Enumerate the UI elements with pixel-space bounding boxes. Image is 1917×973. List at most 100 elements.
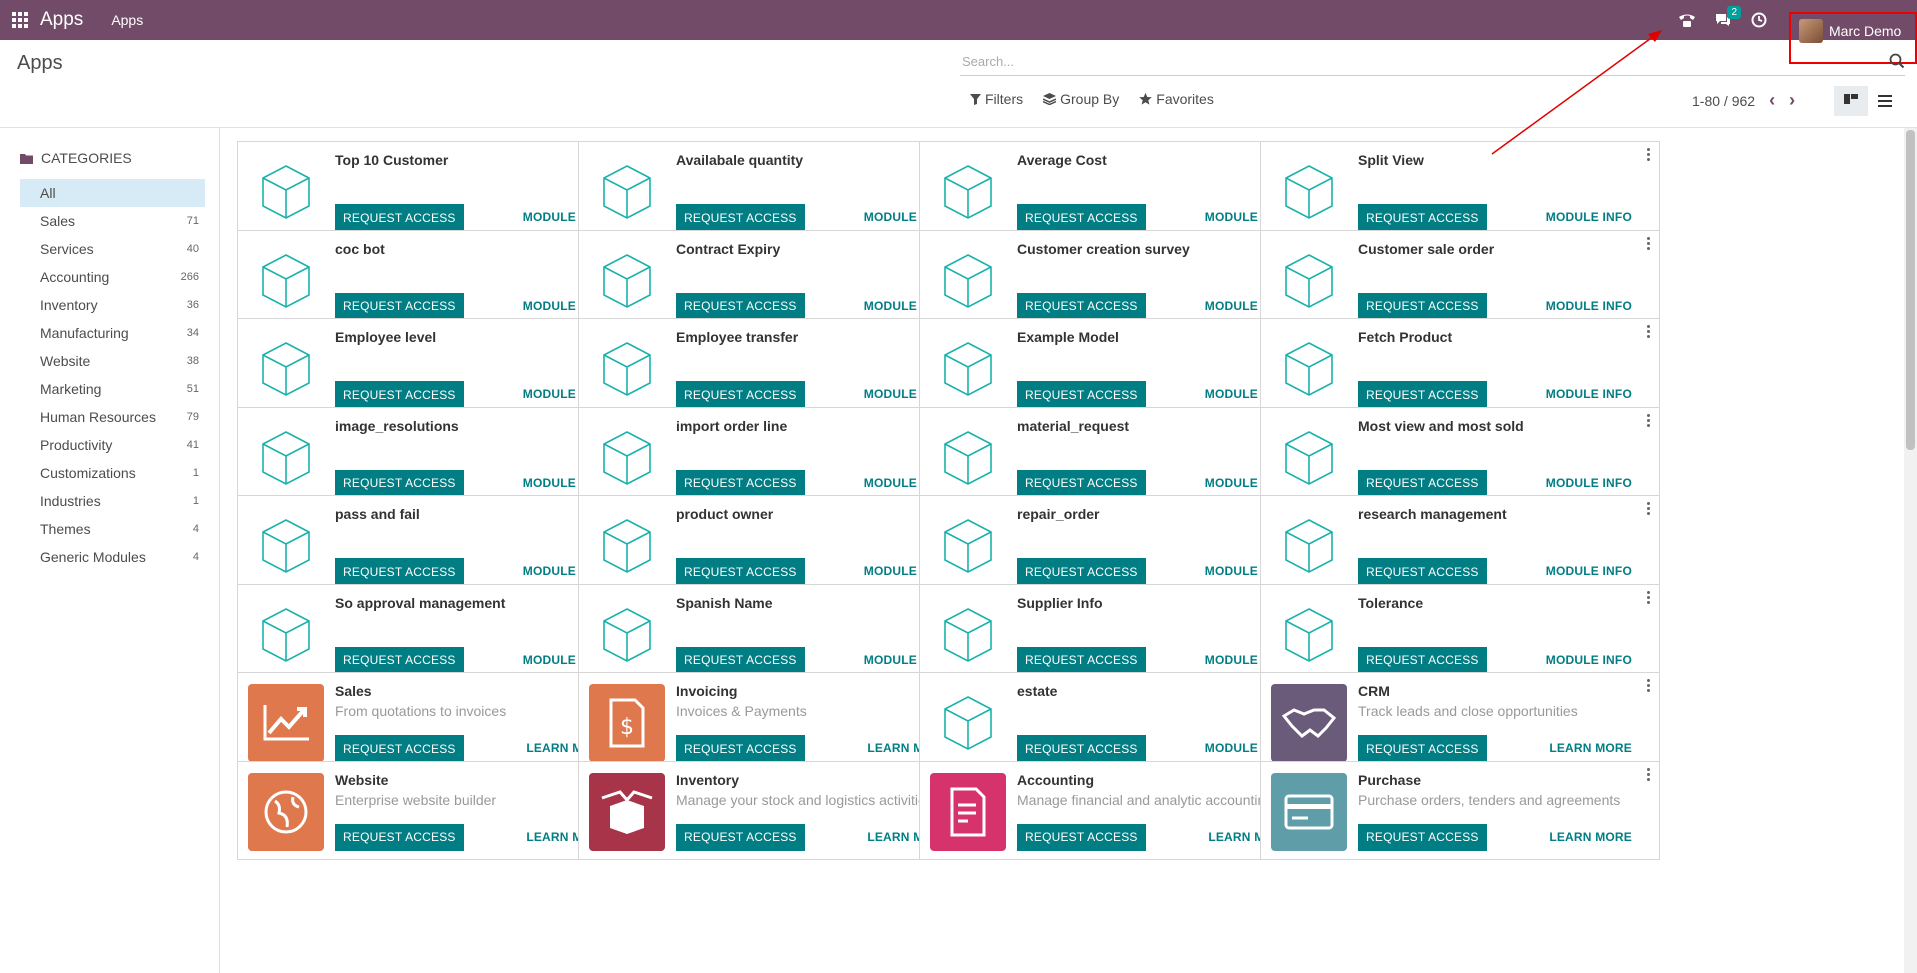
- app-card[interactable]: Customer creation survey REQUEST ACCESS MO…: [919, 229, 1319, 329]
- request-access-button[interactable]: REQUEST ACCESS: [1358, 735, 1487, 762]
- request-access-button[interactable]: REQUEST ACCESS: [676, 735, 805, 762]
- kebab-menu-icon[interactable]: [1647, 148, 1651, 163]
- request-access-button[interactable]: REQUEST ACCESS: [676, 646, 805, 674]
- pager-value[interactable]: 1-80 / 962: [1692, 93, 1755, 109]
- app-menu-icon[interactable]: [0, 0, 40, 40]
- app-card[interactable]: Tolerance REQUEST ACCESS MODULE INFO: [1260, 583, 1660, 683]
- module-info-link[interactable]: MODULE INFO: [1546, 210, 1632, 224]
- request-access-button[interactable]: REQUEST ACCESS: [1358, 646, 1487, 674]
- app-card[interactable]: Availabale quantity REQUEST ACCESS MODULE …: [578, 141, 978, 240]
- request-access-button[interactable]: REQUEST ACCESS: [1358, 204, 1487, 231]
- group-by-button[interactable]: Group By: [1043, 91, 1119, 107]
- vertical-scrollbar[interactable]: [1904, 128, 1917, 973]
- search-icon[interactable]: [1889, 53, 1905, 74]
- kebab-menu-icon[interactable]: [1647, 325, 1651, 340]
- scrollbar-thumb[interactable]: [1906, 130, 1915, 450]
- module-info-link[interactable]: MODULE INFO: [1546, 476, 1632, 490]
- app-card[interactable]: Employee level REQUEST ACCESS MODULE INFO: [237, 318, 637, 417]
- app-card[interactable]: Customer sale order REQUEST ACCESS MODULE …: [1260, 229, 1660, 329]
- list-view-button[interactable]: [1868, 86, 1902, 116]
- request-access-button[interactable]: REQUEST ACCESS: [335, 735, 464, 762]
- filters-button[interactable]: Filters: [970, 91, 1023, 107]
- request-access-button[interactable]: REQUEST ACCESS: [1358, 823, 1487, 851]
- kebab-menu-icon[interactable]: [1647, 679, 1651, 694]
- messages-icon[interactable]: 2: [1705, 0, 1741, 40]
- request-access-button[interactable]: REQUEST ACCESS: [335, 646, 464, 674]
- app-card[interactable]: Example Model REQUEST ACCESS MODULE INFO: [919, 318, 1319, 417]
- sidebar-item-themes[interactable]: Themes 4: [20, 515, 205, 543]
- request-access-button[interactable]: REQUEST ACCESS: [1358, 381, 1487, 408]
- app-card[interactable]: Fetch Product REQUEST ACCESS MODULE INFO: [1260, 318, 1660, 417]
- request-access-button[interactable]: REQUEST ACCESS: [1017, 735, 1146, 762]
- app-card[interactable]: So approval management REQUEST ACCESS MODU…: [237, 583, 637, 683]
- sidebar-item-accounting[interactable]: Accounting 266: [20, 263, 205, 291]
- request-access-button[interactable]: REQUEST ACCESS: [1358, 292, 1487, 320]
- navbar-brand[interactable]: Apps: [40, 9, 83, 31]
- sidebar-item-generic-modules[interactable]: Generic Modules 4: [20, 543, 205, 571]
- pager-next-icon[interactable]: ›: [1789, 90, 1795, 111]
- request-access-button[interactable]: REQUEST ACCESS: [1017, 381, 1146, 408]
- app-card[interactable]: repair_order REQUEST ACCESS MODULE INFO: [919, 495, 1319, 594]
- app-card[interactable]: image_resolutions REQUEST ACCESS MODULE IN…: [237, 406, 637, 506]
- sidebar-item-human-resources[interactable]: Human Resources 79: [20, 403, 205, 431]
- sidebar-item-manufacturing[interactable]: Manufacturing 34: [20, 319, 205, 347]
- request-access-button[interactable]: REQUEST ACCESS: [335, 381, 464, 408]
- request-access-button[interactable]: REQUEST ACCESS: [1017, 292, 1146, 320]
- sidebar-item-industries[interactable]: Industries 1: [20, 487, 205, 515]
- pager-previous-icon[interactable]: ‹: [1769, 90, 1775, 111]
- request-access-button[interactable]: REQUEST ACCESS: [1017, 204, 1146, 231]
- learn-more-link[interactable]: LEARN MORE: [1549, 741, 1632, 755]
- module-info-link[interactable]: MODULE INFO: [1546, 299, 1632, 313]
- sidebar-item-all[interactable]: All: [20, 179, 205, 207]
- request-access-button[interactable]: REQUEST ACCESS: [676, 558, 805, 585]
- sidebar-item-services[interactable]: Services 40: [20, 235, 205, 263]
- search-input[interactable]: [960, 54, 1905, 69]
- app-card[interactable]: Website Enterprise website builder REQUEST…: [237, 760, 637, 860]
- request-access-button[interactable]: REQUEST ACCESS: [335, 823, 464, 851]
- app-card[interactable]: $ Invoicing Invoices & Payments REQUEST ACC…: [578, 672, 978, 771]
- app-card[interactable]: Most view and most sold REQUEST ACCESS MOD…: [1260, 406, 1660, 506]
- phone-icon[interactable]: [1669, 0, 1705, 40]
- app-card[interactable]: Supplier Info REQUEST ACCESS MODULE INFO: [919, 583, 1319, 683]
- kebab-menu-icon[interactable]: [1647, 236, 1651, 252]
- sidebar-item-customizations[interactable]: Customizations 1: [20, 459, 205, 487]
- request-access-button[interactable]: REQUEST ACCESS: [1358, 558, 1487, 585]
- module-info-link[interactable]: MODULE INFO: [1546, 564, 1632, 578]
- kanban-view-button[interactable]: [1834, 86, 1868, 116]
- favorites-button[interactable]: Favorites: [1139, 91, 1214, 107]
- request-access-button[interactable]: REQUEST ACCESS: [676, 823, 805, 851]
- sidebar-item-marketing[interactable]: Marketing 51: [20, 375, 205, 403]
- request-access-button[interactable]: REQUEST ACCESS: [335, 469, 464, 497]
- app-card[interactable]: Top 10 Customer REQUEST ACCESS MODULE INFO: [237, 141, 637, 240]
- request-access-button[interactable]: REQUEST ACCESS: [1358, 469, 1487, 497]
- request-access-button[interactable]: REQUEST ACCESS: [335, 204, 464, 231]
- module-info-link[interactable]: MODULE INFO: [1546, 387, 1632, 401]
- clock-icon[interactable]: [1741, 0, 1777, 40]
- kebab-menu-icon[interactable]: [1647, 767, 1651, 783]
- kebab-menu-icon[interactable]: [1647, 590, 1651, 606]
- request-access-button[interactable]: REQUEST ACCESS: [1017, 469, 1146, 497]
- request-access-button[interactable]: REQUEST ACCESS: [1017, 558, 1146, 585]
- request-access-button[interactable]: REQUEST ACCESS: [676, 469, 805, 497]
- sidebar-item-website[interactable]: Website 38: [20, 347, 205, 375]
- app-card[interactable]: Employee transfer REQUEST ACCESS MODULE IN…: [578, 318, 978, 417]
- request-access-button[interactable]: REQUEST ACCESS: [335, 558, 464, 585]
- request-access-button[interactable]: REQUEST ACCESS: [1017, 646, 1146, 674]
- sidebar-item-inventory[interactable]: Inventory 36: [20, 291, 205, 319]
- sidebar-item-sales[interactable]: Sales 71: [20, 207, 205, 235]
- app-card[interactable]: pass and fail REQUEST ACCESS MODULE INFO: [237, 495, 637, 594]
- request-access-button[interactable]: REQUEST ACCESS: [1017, 823, 1146, 851]
- sidebar-item-productivity[interactable]: Productivity 41: [20, 431, 205, 459]
- app-card[interactable]: material_request REQUEST ACCESS MODULE INF…: [919, 406, 1319, 506]
- app-card[interactable]: Split View REQUEST ACCESS MODULE INFO: [1260, 141, 1660, 240]
- app-card[interactable]: Contract Expiry REQUEST ACCESS MODULE INFO: [578, 229, 978, 329]
- navbar-menu-apps[interactable]: Apps: [111, 12, 143, 28]
- app-card[interactable]: Average Cost REQUEST ACCESS MODULE INFO: [919, 141, 1319, 240]
- app-card[interactable]: CRM Track leads and close opportunities RE…: [1260, 672, 1660, 771]
- app-card[interactable]: product owner REQUEST ACCESS MODULE INFO: [578, 495, 978, 594]
- app-card[interactable]: Spanish Name REQUEST ACCESS MODULE INFO: [578, 583, 978, 683]
- app-card[interactable]: Sales From quotations to invoices REQUEST …: [237, 672, 637, 771]
- app-card[interactable]: coc bot REQUEST ACCESS MODULE INFO: [237, 229, 637, 329]
- app-card[interactable]: import order line REQUEST ACCESS MODULE IN…: [578, 406, 978, 506]
- app-card[interactable]: Accounting Manage financial and analytic …: [919, 760, 1319, 860]
